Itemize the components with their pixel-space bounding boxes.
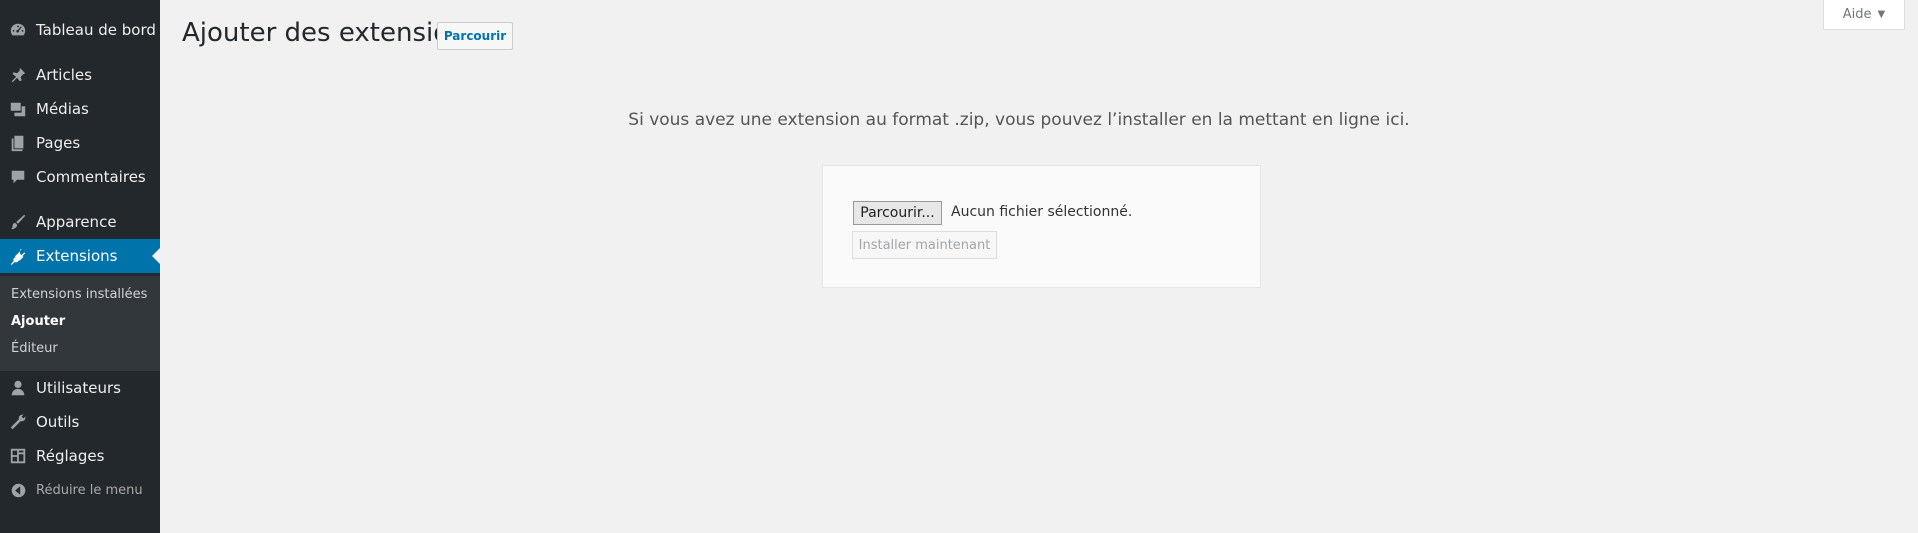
sidebar-item-label: Tableau de bord xyxy=(36,21,156,39)
sidebar-item-extensions[interactable]: Extensions xyxy=(0,239,160,273)
sidebar-item-label: Réglages xyxy=(36,447,105,465)
admin-sidebar: Tableau de bord Articles Médias Pages Co… xyxy=(0,0,160,533)
sidebar-item-settings[interactable]: Réglages xyxy=(0,439,160,473)
submenu-add[interactable]: Ajouter xyxy=(11,314,65,329)
sidebar-item-label: Articles xyxy=(36,66,92,84)
install-now-button[interactable]: Installer maintenant xyxy=(852,231,997,259)
extensions-submenu: Extensions installées Ajouter Éditeur xyxy=(0,276,160,371)
sidebar-item-label: Pages xyxy=(36,134,81,152)
sidebar-item-comments[interactable]: Commentaires xyxy=(0,160,160,194)
brush-icon xyxy=(0,213,36,231)
sidebar-item-tools[interactable]: Outils xyxy=(0,405,160,439)
wrench-icon xyxy=(0,413,36,431)
user-icon xyxy=(0,379,36,397)
sidebar-item-label: Apparence xyxy=(36,213,117,231)
page-title: Ajouter des extensions xyxy=(182,18,480,48)
sidebar-item-articles[interactable]: Articles xyxy=(0,58,160,92)
browse-button[interactable]: Parcourir xyxy=(437,22,513,50)
collapse-arrow-icon xyxy=(0,482,36,499)
current-menu-arrow xyxy=(152,248,160,264)
pages-icon xyxy=(0,134,36,152)
upload-box: Parcourir... Aucun fichier sélectionné. … xyxy=(822,165,1261,288)
sidebar-item-label: Extensions xyxy=(36,247,118,265)
plugin-icon xyxy=(0,247,36,265)
caret-down-icon: ▼ xyxy=(1877,9,1886,20)
sidebar-item-label: Utilisateurs xyxy=(36,379,121,397)
sidebar-item-users[interactable]: Utilisateurs xyxy=(0,371,160,405)
sidebar-item-appearance[interactable]: Apparence xyxy=(0,205,160,239)
submenu-editor[interactable]: Éditeur xyxy=(11,341,58,356)
comment-icon xyxy=(0,168,36,186)
settings-icon xyxy=(0,447,36,465)
sidebar-item-dashboard[interactable]: Tableau de bord xyxy=(0,13,160,47)
submenu-installed-extensions[interactable]: Extensions installées xyxy=(11,287,147,302)
dashboard-icon xyxy=(0,21,36,39)
file-status-text: Aucun fichier sélectionné. xyxy=(951,204,1133,220)
sidebar-item-label: Outils xyxy=(36,413,80,431)
upload-help-text: Si vous avez une extension au format .zi… xyxy=(628,110,1410,130)
help-label: Aide xyxy=(1842,7,1872,22)
sidebar-item-label: Commentaires xyxy=(36,168,146,186)
help-tab-button[interactable]: Aide ▼ xyxy=(1823,0,1905,30)
collapse-label: Réduire le menu xyxy=(36,482,143,498)
sidebar-item-pages[interactable]: Pages xyxy=(0,126,160,160)
choose-file-button[interactable]: Parcourir... xyxy=(853,201,942,225)
pin-icon xyxy=(0,66,36,84)
collapse-menu-button[interactable]: Réduire le menu xyxy=(0,476,160,504)
